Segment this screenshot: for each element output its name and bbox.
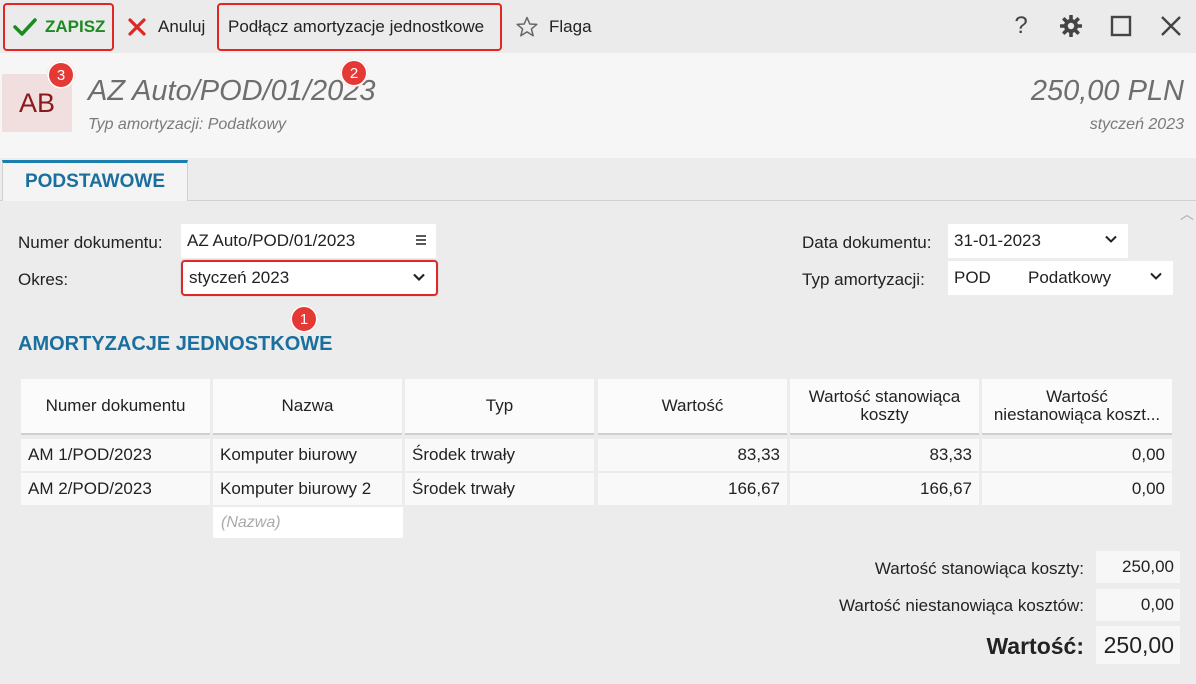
chevron-down-icon <box>1150 272 1162 280</box>
cell-value: 83,33 <box>598 439 787 471</box>
cell-name: Komputer biurowy <box>213 439 402 471</box>
column-header-name[interactable]: Nazwa <box>213 379 402 435</box>
tab-podstawowe[interactable]: PODSTAWOWE <box>2 160 188 201</box>
amort-type-name: Podatkowy <box>1028 268 1112 287</box>
window-close-icon-svg <box>1161 16 1181 36</box>
summary-noncost-label: Wartość niestanowiąca kosztów: <box>838 596 1084 615</box>
save-button[interactable]: ZAPISZ <box>3 3 114 51</box>
cell-cost: 83,33 <box>790 439 979 471</box>
new-row-name-input[interactable]: (Nazwa) <box>213 507 403 538</box>
doc-date-label: Data dokumentu: <box>802 233 932 252</box>
cell-type: Środek trwały <box>405 473 594 505</box>
cancel-button-label: Anuluj <box>158 17 206 36</box>
cancel-button[interactable]: Anuluj <box>122 3 205 51</box>
chevron-down-icon <box>1105 235 1117 243</box>
help-icon[interactable]: ? <box>996 8 1046 44</box>
scroll-up-icon[interactable]: ︿ <box>1180 204 1194 224</box>
doc-date-field[interactable]: 31-01-2023 <box>948 224 1128 258</box>
cell-name: Komputer biurowy 2 <box>213 473 402 505</box>
summary-total-value: 250,00 <box>1096 626 1180 664</box>
toolbar: ZAPISZ Anuluj Podłącz amortyzacje jednos… <box>0 0 1196 53</box>
period-label: Okres: <box>18 270 69 289</box>
cell-value: 166,67 <box>598 473 787 505</box>
flag-button[interactable]: Flaga <box>513 3 592 51</box>
summary-total-label: Wartość: <box>986 633 1084 659</box>
cell-noncost: 0,00 <box>982 473 1172 505</box>
flag-button-label: Flaga <box>549 17 592 36</box>
column-header-type[interactable]: Typ <box>405 379 594 435</box>
column-header-doc-number[interactable]: Numer dokumentu <box>21 379 210 435</box>
summary-cost-value: 250,00 <box>1096 551 1180 583</box>
cell-type: Środek trwały <box>405 439 594 471</box>
check-icon <box>13 18 37 36</box>
column-header-cost[interactable]: Wartość stanowiąca koszty <box>790 379 979 435</box>
doc-number-field[interactable]: AZ Auto/POD/01/2023 <box>181 224 436 258</box>
amort-type-code: POD <box>954 268 991 287</box>
cell-doc-number: AM 1/POD/2023 <box>21 439 210 471</box>
maximize-icon-svg <box>1110 15 1132 37</box>
maximize-icon[interactable] <box>1096 8 1146 44</box>
attach-depreciation-label: Podłącz amortyzacje jednostkowe <box>228 17 485 36</box>
gear-icon[interactable] <box>1046 8 1096 44</box>
column-header-noncost[interactable]: Wartość niestanowiąca koszt... <box>982 379 1172 435</box>
document-period: styczeń 2023 <box>1089 116 1184 133</box>
column-header-value[interactable]: Wartość <box>598 379 787 435</box>
period-select[interactable]: styczeń 2023 <box>181 260 438 296</box>
help-glyph: ? <box>1014 12 1028 39</box>
document-subtitle: Typ amortyzacji: Podatkowy <box>88 116 286 133</box>
section-title: AMORTYZACJE JEDNOSTKOWE <box>18 333 333 355</box>
cell-cost: 166,67 <box>790 473 979 505</box>
summary-cost-label: Wartość stanowiąca koszty: <box>874 559 1084 578</box>
doc-date-value: 31-01-2023 <box>954 231 1041 250</box>
step-badge-1: 1 <box>290 305 318 333</box>
cell-doc-number: AM 2/POD/2023 <box>21 473 210 505</box>
step-badge-2: 2 <box>340 59 368 87</box>
summary-noncost-value: 0,00 <box>1096 589 1180 621</box>
document-header: AB AZ Auto/POD/01/2023 Typ amortyzacji: … <box>0 53 1196 158</box>
star-icon <box>516 16 538 37</box>
amort-type-select[interactable]: POD Podatkowy <box>948 261 1173 295</box>
cell-noncost: 0,00 <box>982 439 1172 471</box>
chevron-down-icon <box>413 273 425 282</box>
hamburger-icon[interactable] <box>414 233 428 247</box>
close-icon <box>128 18 146 36</box>
save-button-label: ZAPISZ <box>45 17 106 36</box>
attach-depreciation-button[interactable]: Podłącz amortyzacje jednostkowe <box>217 3 502 51</box>
document-amount: 250,00 PLN <box>1030 75 1184 107</box>
gear-icon-svg <box>1060 15 1082 37</box>
amort-type-label: Typ amortyzacji: <box>802 270 925 289</box>
document-title: AZ Auto/POD/01/2023 <box>88 75 376 107</box>
doc-number-label: Numer dokumentu: <box>18 233 163 252</box>
window-close-icon[interactable] <box>1146 8 1196 44</box>
period-value: styczeń 2023 <box>189 268 290 287</box>
window-controls: ? <box>996 8 1196 44</box>
doc-number-value: AZ Auto/POD/01/2023 <box>187 231 356 250</box>
step-badge-3: 3 <box>47 61 75 89</box>
